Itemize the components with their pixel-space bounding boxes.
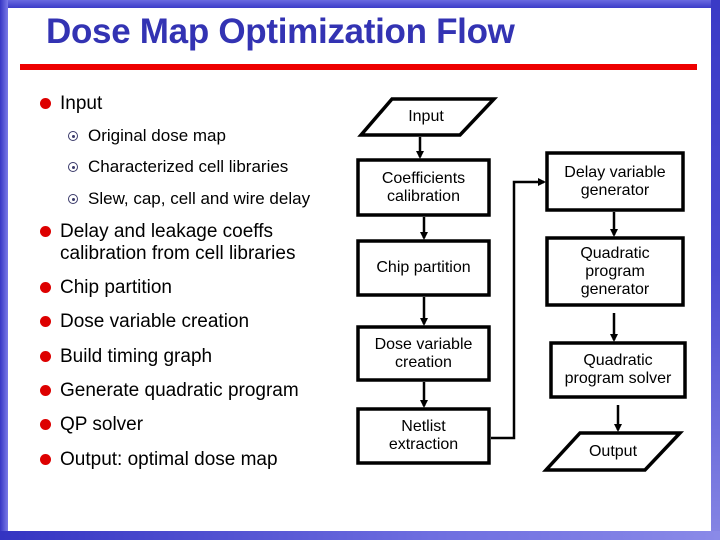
node-chip-label: Chip partition (376, 259, 471, 276)
node-input-label: Input (408, 108, 444, 125)
node-delay-label: Delay variable generator (564, 163, 666, 199)
node-netlist-label: Netlist extraction (388, 418, 459, 453)
node-dose-label: Dose variable creation (374, 335, 473, 371)
node-output-label: Output (588, 442, 638, 460)
edge-netlist-delay (491, 178, 546, 440)
node-coeff-label: Coefficients calibration (381, 169, 466, 205)
node-qpsolve-label: Quadratic program solver (564, 352, 672, 387)
node-qpgen-label: Quadratic program generator (580, 244, 650, 298)
